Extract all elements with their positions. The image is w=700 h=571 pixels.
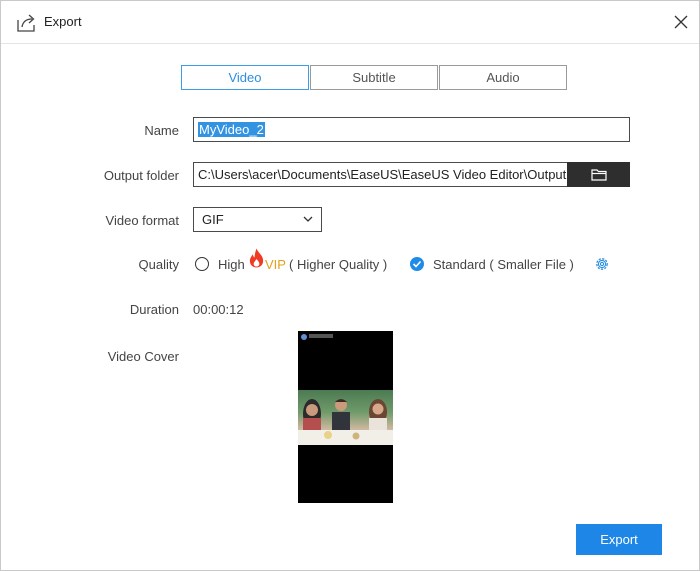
name-input[interactable]: MyVideo_2 (193, 117, 630, 142)
tab-subtitle[interactable]: Subtitle (310, 65, 438, 90)
title-bar: Export (1, 1, 699, 44)
cover-photo (298, 390, 393, 445)
name-label: Name (144, 123, 179, 138)
duration-value: 00:00:12 (193, 302, 244, 317)
video-cover-thumbnail[interactable] (298, 331, 393, 503)
export-button[interactable]: Export (576, 524, 662, 555)
quality-standard-radio[interactable] (410, 257, 424, 271)
check-icon (412, 260, 422, 268)
quality-label: Quality (138, 257, 179, 272)
quality-high-radio[interactable] (195, 257, 209, 271)
video-format-label: Video format (105, 213, 179, 228)
browse-folder-button[interactable] (567, 162, 630, 187)
quality-high-label: High (218, 257, 245, 272)
video-cover-label: Video Cover (107, 349, 179, 364)
flame-icon (249, 248, 264, 268)
export-icon (17, 14, 35, 32)
quality-high-note: ( Higher Quality ) (289, 257, 388, 272)
vip-badge: VIP (265, 257, 286, 272)
export-dialog: Export Video Subtitle Audio Name MyVideo… (0, 0, 700, 571)
tab-audio[interactable]: Audio (439, 65, 567, 90)
output-folder-input[interactable]: C:\Users\acer\Documents\EaseUS\EaseUS Vi… (193, 162, 567, 187)
cover-caption (309, 334, 333, 338)
output-folder-label: Output folder (103, 168, 179, 183)
chevron-down-icon (303, 216, 313, 222)
close-icon[interactable] (672, 13, 690, 31)
window-title: Export (44, 14, 82, 29)
duration-label: Duration (129, 302, 179, 317)
video-format-value: GIF (202, 212, 224, 227)
cover-avatar (301, 334, 307, 340)
video-format-select[interactable]: GIF (193, 207, 322, 232)
quality-standard-label: Standard ( Smaller File ) (433, 257, 574, 272)
folder-icon (591, 169, 607, 181)
tab-video[interactable]: Video (181, 65, 309, 90)
gear-icon[interactable] (594, 256, 610, 272)
cover-photo-people (298, 399, 393, 445)
name-value: MyVideo_2 (198, 122, 265, 137)
